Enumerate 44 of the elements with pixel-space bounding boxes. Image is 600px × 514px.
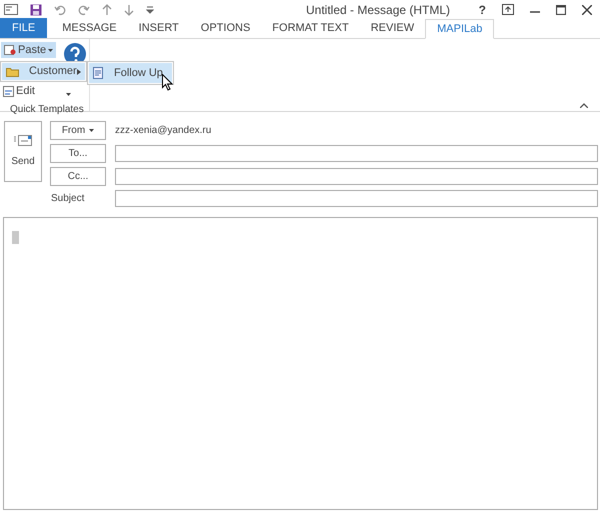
undo-icon[interactable] xyxy=(54,4,66,16)
up-arrow-icon[interactable] xyxy=(102,4,112,16)
ribbon-tab[interactable]: REVIEW xyxy=(360,18,426,38)
menu-item[interactable]: Customer xyxy=(2,63,85,80)
subject-label: Subject xyxy=(50,192,86,206)
menu-item[interactable]: Follow Up xyxy=(89,63,172,83)
cc-button[interactable]: Cc... xyxy=(50,167,106,186)
caret-icon xyxy=(48,48,54,52)
ribbon-tab[interactable]: MAPILab xyxy=(425,19,494,39)
close-icon[interactable] xyxy=(582,4,592,14)
folder-icon xyxy=(6,66,19,76)
send-button[interactable]: Send xyxy=(4,121,42,182)
window-title: Untitled - Message (HTML) xyxy=(306,2,450,18)
mail-icon[interactable] xyxy=(4,4,18,15)
caret-icon xyxy=(89,129,94,132)
subject-field[interactable] xyxy=(115,190,598,207)
collapse-ribbon-icon[interactable] xyxy=(580,103,588,108)
ribbon-tab[interactable]: INSERT xyxy=(128,18,190,38)
edit-button[interactable]: Edit xyxy=(3,84,71,99)
to-button[interactable]: To... xyxy=(50,144,106,163)
text-cursor xyxy=(12,231,19,244)
paste-button[interactable]: Paste xyxy=(1,42,56,58)
help-button[interactable]: ? xyxy=(478,0,486,18)
save-icon[interactable] xyxy=(30,4,42,16)
document-icon xyxy=(93,67,103,79)
ribbon-tab[interactable]: MESSAGE xyxy=(51,18,128,38)
ribbon-tab[interactable]: OPTIONS xyxy=(190,18,262,38)
edit-template-icon xyxy=(3,86,14,97)
from-button[interactable]: From xyxy=(50,121,106,140)
ribbon-tab[interactable]: FORMAT TEXT xyxy=(261,18,360,38)
from-address: zzz-xenia@yandex.ru xyxy=(115,124,212,138)
caret-icon xyxy=(66,93,71,96)
envelope-icon xyxy=(14,134,32,146)
template-icon xyxy=(4,44,16,56)
ribbon-tab[interactable]: FILE xyxy=(0,18,48,38)
cc-field[interactable] xyxy=(115,168,598,185)
group-label: Quick Templates xyxy=(10,103,84,117)
redo-icon[interactable] xyxy=(78,4,90,16)
submenu-arrow-icon xyxy=(77,68,81,74)
restore-ribbon-icon[interactable] xyxy=(502,4,514,15)
customize-icon[interactable] xyxy=(146,6,154,14)
down-arrow-icon[interactable] xyxy=(124,4,134,16)
maximize-icon[interactable] xyxy=(556,4,566,14)
to-field[interactable] xyxy=(115,145,598,162)
